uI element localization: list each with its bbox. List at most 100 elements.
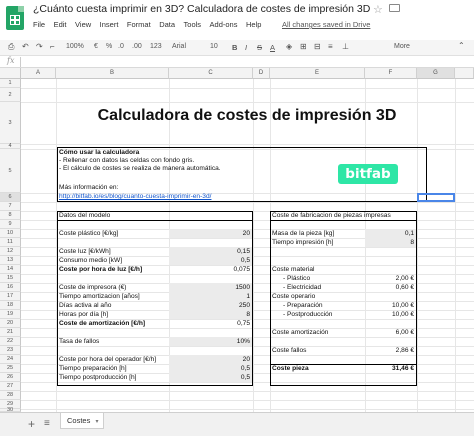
- text-color-button[interactable]: A: [270, 43, 275, 52]
- row-header-19[interactable]: 19: [0, 310, 21, 319]
- redo-icon[interactable]: ↷: [36, 42, 43, 51]
- model-data-label[interactable]: Tiempo amortizacion [años]: [59, 293, 140, 301]
- model-data-value[interactable]: 0,5: [169, 256, 252, 265]
- font-family-select[interactable]: Arial: [172, 43, 186, 50]
- model-data-value[interactable]: 0,75: [169, 319, 252, 328]
- row-header-8[interactable]: 8: [0, 211, 21, 220]
- select-all-corner[interactable]: [0, 68, 21, 79]
- merge-cells-icon[interactable]: ⊟: [314, 42, 321, 51]
- cost-label[interactable]: - Preparación: [283, 302, 323, 310]
- increase-decimals-button[interactable]: .00: [132, 43, 142, 50]
- row-header-17[interactable]: 17: [0, 292, 21, 301]
- row-header-27[interactable]: 27: [0, 382, 21, 391]
- more-info-label[interactable]: Más información en:: [59, 184, 118, 192]
- row-header-13[interactable]: 13: [0, 256, 21, 265]
- model-data-value[interactable]: 250: [169, 301, 252, 310]
- cost-value[interactable]: 0,60 €: [365, 283, 416, 292]
- cost-label[interactable]: Tiempo impresión [h]: [272, 239, 333, 247]
- formula-bar[interactable]: fx: [0, 56, 474, 68]
- cost-value[interactable]: 2,86 €: [365, 346, 416, 355]
- font-size-select[interactable]: 10: [210, 43, 218, 50]
- instructions-line-2[interactable]: - El cálculo de costes se realiza de man…: [59, 165, 221, 173]
- print-icon[interactable]: ⎙: [8, 42, 14, 52]
- fill-color-icon[interactable]: ◈: [286, 42, 292, 51]
- folder-icon[interactable]: [389, 4, 400, 12]
- model-data-value[interactable]: 1: [169, 292, 252, 301]
- model-data-label[interactable]: Consumo medio [kW]: [59, 257, 122, 265]
- model-data-label[interactable]: Coste luz [€/kWh]: [59, 248, 111, 256]
- cost-header[interactable]: Coste de fabricacion de piezas impresas: [272, 212, 391, 220]
- cost-value[interactable]: 10,00 €: [365, 301, 416, 310]
- model-data-label[interactable]: Tasa de fallos: [59, 338, 99, 346]
- model-data-label[interactable]: Coste por hora del operador [€/h]: [59, 356, 156, 364]
- align-icon[interactable]: ≡: [328, 42, 333, 51]
- collapse-icon[interactable]: ⌃: [458, 41, 465, 50]
- row-header-2[interactable]: 2: [0, 88, 21, 102]
- cost-value[interactable]: 8: [365, 238, 416, 247]
- column-header-c[interactable]: C: [169, 68, 253, 79]
- selected-cell-g6[interactable]: [417, 193, 455, 202]
- row-header-12[interactable]: 12: [0, 247, 21, 256]
- column-header-f[interactable]: F: [365, 68, 417, 79]
- currency-format-button[interactable]: €: [94, 43, 98, 50]
- model-data-value[interactable]: 0,15: [169, 247, 252, 256]
- italic-button[interactable]: I: [245, 43, 247, 52]
- undo-icon[interactable]: ↶: [22, 42, 29, 51]
- column-header-d[interactable]: D: [253, 68, 270, 79]
- row-header-21[interactable]: 21: [0, 328, 21, 337]
- row-header-7[interactable]: 7: [0, 202, 21, 211]
- row-header-3[interactable]: 3: [0, 102, 21, 144]
- cost-value[interactable]: 2,00 €: [365, 274, 416, 283]
- menu-view[interactable]: View: [75, 20, 91, 29]
- model-data-label[interactable]: Coste de impresora (€): [59, 284, 126, 292]
- cost-value[interactable]: [365, 292, 416, 301]
- sheet-title[interactable]: Calculadora de costes de impresión 3D: [58, 107, 436, 125]
- row-header-9[interactable]: 9: [0, 220, 21, 229]
- menu-help[interactable]: Help: [246, 20, 261, 29]
- strikethrough-button[interactable]: S: [257, 43, 262, 52]
- row-header-16[interactable]: 16: [0, 283, 21, 292]
- model-data-value[interactable]: 0,5: [169, 373, 252, 382]
- cost-label[interactable]: Coste amortización: [272, 329, 328, 337]
- cost-value[interactable]: 10,00 €: [365, 310, 416, 319]
- cost-label[interactable]: - Plástico: [283, 275, 310, 283]
- model-data-value[interactable]: 10%: [169, 337, 252, 346]
- model-data-label[interactable]: Coste por hora de luz [€/h]: [59, 266, 142, 274]
- save-status[interactable]: All changes saved in Drive: [282, 20, 370, 29]
- vertical-align-icon[interactable]: ⊥: [342, 42, 349, 51]
- cost-value[interactable]: [365, 265, 416, 274]
- cost-label[interactable]: - Electricidad: [283, 284, 321, 292]
- row-header-5[interactable]: 5: [0, 149, 21, 193]
- paint-format-icon[interactable]: ⌐: [50, 42, 55, 51]
- star-icon[interactable]: ☆: [373, 3, 383, 16]
- add-sheet-button[interactable]: +: [28, 417, 35, 431]
- bold-button[interactable]: B: [232, 43, 237, 52]
- row-header-28[interactable]: 28: [0, 391, 21, 400]
- row-header-25[interactable]: 25: [0, 364, 21, 373]
- model-data-value[interactable]: 20: [169, 355, 252, 364]
- cost-label[interactable]: Coste material: [272, 266, 315, 274]
- menu-edit[interactable]: Edit: [54, 20, 67, 29]
- more-button[interactable]: More: [394, 43, 410, 50]
- model-data-value[interactable]: 1500: [169, 283, 252, 292]
- borders-icon[interactable]: ⊞: [300, 42, 307, 51]
- cost-label[interactable]: Coste operario: [272, 293, 315, 301]
- sheet-tab-menu-icon[interactable]: ▾: [95, 419, 98, 425]
- cost-value[interactable]: 31,46 €: [365, 364, 416, 373]
- cost-value[interactable]: 6,00 €: [365, 328, 416, 337]
- blog-link[interactable]: http://bitfab.io/es/blog/cuanto-cuesta-i…: [59, 193, 211, 201]
- model-data-label[interactable]: Coste plástico [€/kg]: [59, 230, 118, 238]
- column-header-a[interactable]: A: [21, 68, 56, 79]
- row-header-10[interactable]: 10: [0, 229, 21, 238]
- row-header-23[interactable]: 23: [0, 346, 21, 355]
- more-formats-button[interactable]: 123: [150, 43, 162, 50]
- menu-format[interactable]: Format: [127, 20, 151, 29]
- row-header-26[interactable]: 26: [0, 373, 21, 382]
- instructions-heading[interactable]: Cómo usar la calculadora: [59, 149, 139, 157]
- cost-label[interactable]: Masa de la pieza [kg]: [272, 230, 334, 238]
- model-data-label[interactable]: Tiempo postproducción [h]: [59, 374, 136, 382]
- model-data-header[interactable]: Datos del modelo: [59, 212, 110, 220]
- model-data-value[interactable]: 20: [169, 229, 252, 238]
- row-header-24[interactable]: 24: [0, 355, 21, 364]
- model-data-label[interactable]: Tiempo preparación [h]: [59, 365, 127, 373]
